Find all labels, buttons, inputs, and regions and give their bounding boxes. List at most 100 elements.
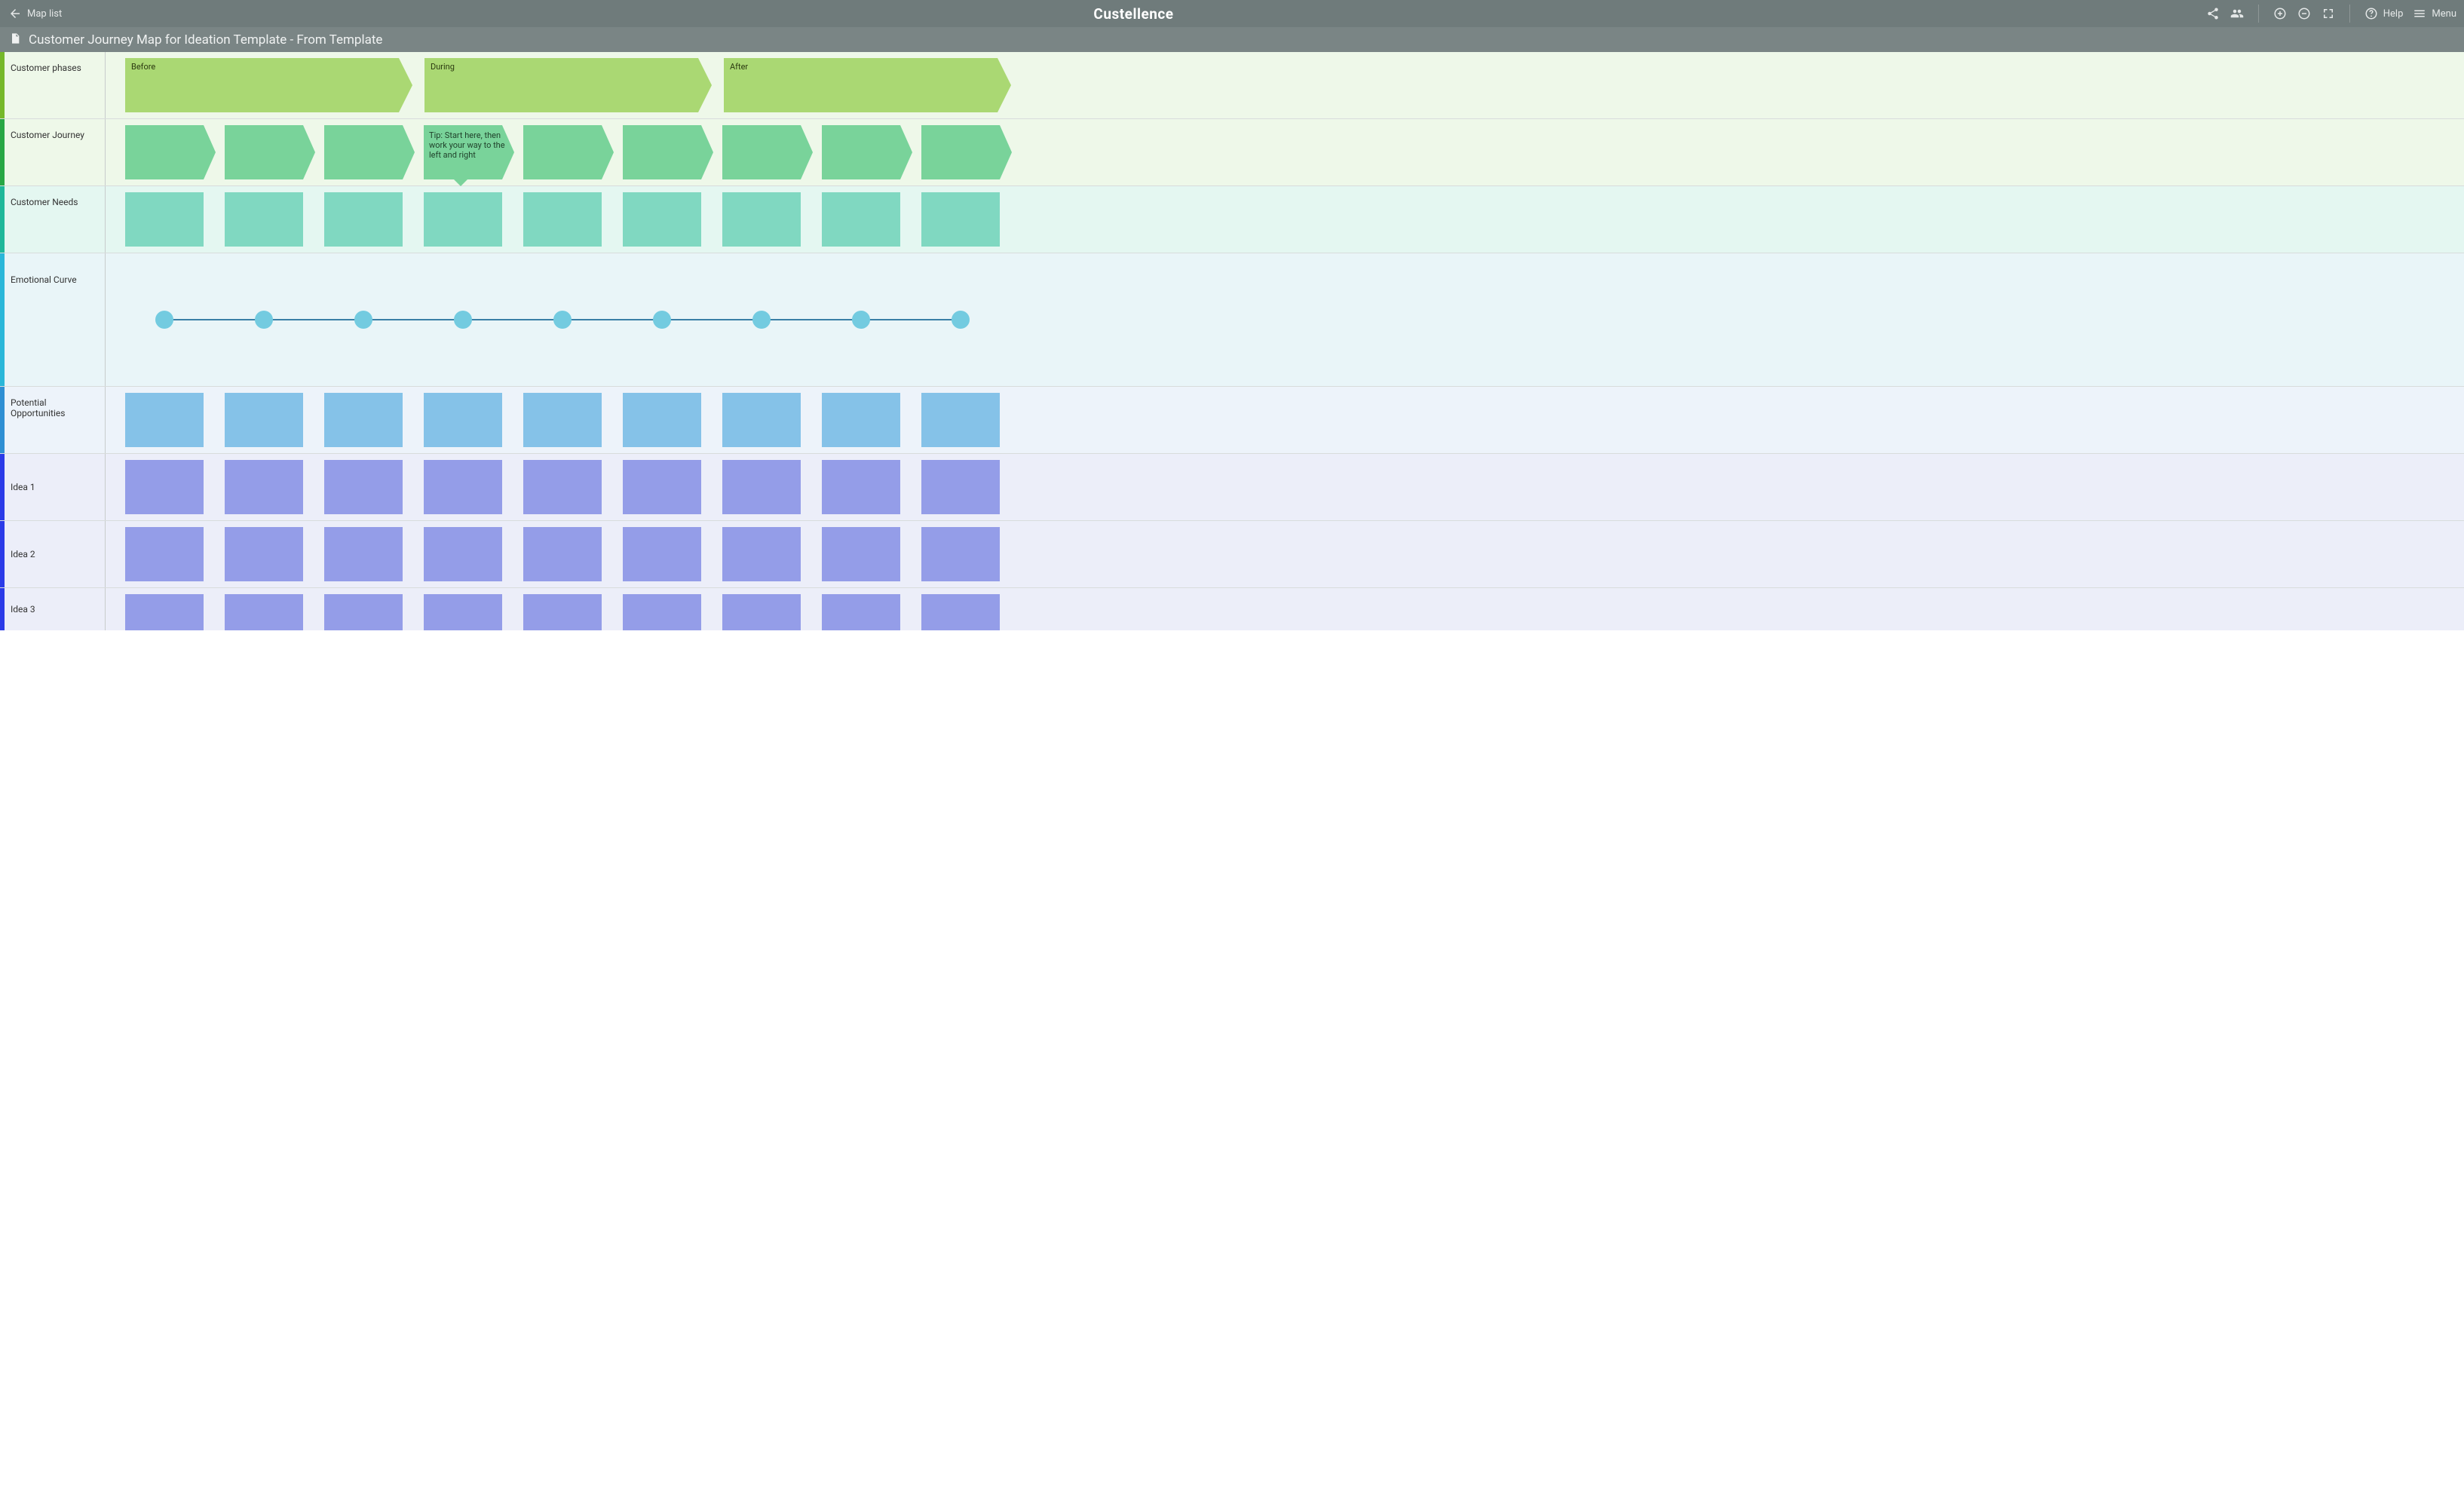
- idea-card[interactable]: [424, 594, 502, 630]
- journey-step-card[interactable]: [125, 125, 216, 179]
- opportunity-card[interactable]: [424, 393, 502, 447]
- emotion-point[interactable]: [852, 311, 870, 329]
- opportunity-card[interactable]: [324, 393, 403, 447]
- phase-card[interactable]: After: [724, 58, 1011, 112]
- idea-card[interactable]: [921, 594, 1000, 630]
- emotion-point[interactable]: [752, 311, 771, 329]
- idea-card[interactable]: [225, 594, 303, 630]
- lane-customer-phases: Customer phases Before During After: [0, 52, 2464, 119]
- customer-need-card[interactable]: [722, 192, 801, 247]
- idea-card[interactable]: [225, 527, 303, 581]
- lane-idea-2: Idea 2: [0, 521, 2464, 588]
- journey-step-card[interactable]: [623, 125, 713, 179]
- customer-need-card[interactable]: [324, 192, 403, 247]
- lane-label[interactable]: Customer Journey: [5, 119, 106, 185]
- opportunity-card[interactable]: [722, 393, 801, 447]
- customer-need-card[interactable]: [623, 192, 701, 247]
- opportunity-card[interactable]: [822, 393, 900, 447]
- customer-need-card[interactable]: [225, 192, 303, 247]
- opportunity-card[interactable]: [523, 393, 602, 447]
- zoom-in-icon[interactable]: [2272, 6, 2288, 21]
- idea-card[interactable]: [921, 460, 1000, 514]
- current-step-marker: [454, 179, 467, 186]
- phase-label: After: [730, 62, 748, 72]
- phase-card[interactable]: During: [424, 58, 712, 112]
- lane-label[interactable]: Emotional Curve: [5, 253, 106, 386]
- lane-label[interactable]: Idea 1: [5, 454, 106, 520]
- customer-need-card[interactable]: [125, 192, 204, 247]
- collaborators-icon[interactable]: [2230, 6, 2245, 21]
- idea-card[interactable]: [523, 594, 602, 630]
- opportunity-card[interactable]: [921, 393, 1000, 447]
- help-label: Help: [2383, 8, 2404, 20]
- idea-card[interactable]: [722, 594, 801, 630]
- separator: [2258, 5, 2259, 23]
- idea-card[interactable]: [424, 460, 502, 514]
- customer-need-card[interactable]: [523, 192, 602, 247]
- journey-map-canvas[interactable]: Customer phases Before During After Custom…: [0, 52, 2464, 1508]
- opportunity-card[interactable]: [125, 393, 204, 447]
- idea-card[interactable]: [623, 594, 701, 630]
- top-navigation-bar: Map list Custellence Help: [0, 0, 2464, 27]
- emotion-point[interactable]: [454, 311, 472, 329]
- curve-segment: [662, 319, 762, 320]
- idea-card[interactable]: [225, 460, 303, 514]
- journey-step-card[interactable]: [921, 125, 1012, 179]
- idea-card[interactable]: [125, 527, 204, 581]
- idea-card[interactable]: [921, 527, 1000, 581]
- idea-card[interactable]: [722, 460, 801, 514]
- lane-label[interactable]: Potential Opportunities: [5, 387, 106, 453]
- menu-button[interactable]: Menu: [2412, 6, 2456, 21]
- idea-card[interactable]: [125, 460, 204, 514]
- journey-step-text: Tip: Start here, then work your way to t…: [429, 130, 507, 161]
- idea-card[interactable]: [822, 527, 900, 581]
- emotion-point[interactable]: [952, 311, 970, 329]
- curve-segment: [861, 319, 961, 320]
- hamburger-icon: [2412, 6, 2427, 21]
- idea-card[interactable]: [822, 460, 900, 514]
- idea-card[interactable]: [324, 594, 403, 630]
- document-title[interactable]: Customer Journey Map for Ideation Templa…: [29, 32, 382, 48]
- emotion-point[interactable]: [255, 311, 273, 329]
- fullscreen-icon[interactable]: [2321, 6, 2336, 21]
- journey-step-card[interactable]: [523, 125, 614, 179]
- customer-need-card[interactable]: [424, 192, 502, 247]
- idea-card[interactable]: [623, 460, 701, 514]
- curve-segment: [562, 319, 662, 320]
- share-icon[interactable]: [2205, 6, 2220, 21]
- opportunity-card[interactable]: [623, 393, 701, 447]
- idea-card[interactable]: [523, 527, 602, 581]
- emotion-point[interactable]: [553, 311, 572, 329]
- idea-card[interactable]: [324, 460, 403, 514]
- idea-card[interactable]: [623, 527, 701, 581]
- idea-card[interactable]: [822, 594, 900, 630]
- lane-label[interactable]: Customer phases: [5, 52, 106, 118]
- curve-segment: [762, 319, 861, 320]
- idea-card[interactable]: [125, 594, 204, 630]
- opportunity-card[interactable]: [225, 393, 303, 447]
- phase-card[interactable]: Before: [125, 58, 412, 112]
- lane-label[interactable]: Idea 2: [5, 521, 106, 587]
- lane-label[interactable]: Idea 3: [5, 588, 106, 630]
- journey-step-card[interactable]: Tip: Start here, then work your way to t…: [424, 125, 514, 179]
- emotion-point[interactable]: [354, 311, 372, 329]
- customer-need-card[interactable]: [921, 192, 1000, 247]
- journey-step-card[interactable]: [225, 125, 315, 179]
- emotion-point[interactable]: [653, 311, 671, 329]
- customer-need-card[interactable]: [822, 192, 900, 247]
- emotion-point[interactable]: [155, 311, 173, 329]
- idea-card[interactable]: [324, 527, 403, 581]
- help-button[interactable]: Help: [2364, 6, 2404, 21]
- idea-card[interactable]: [722, 527, 801, 581]
- journey-step-card[interactable]: [822, 125, 912, 179]
- back-to-map-list[interactable]: Map list: [8, 6, 62, 21]
- idea-card[interactable]: [424, 527, 502, 581]
- phase-label: During: [431, 62, 455, 72]
- zoom-out-icon[interactable]: [2297, 6, 2312, 21]
- lane-label[interactable]: Customer Needs: [5, 186, 106, 253]
- lane-idea-3: Idea 3: [0, 588, 2464, 630]
- journey-step-card[interactable]: [722, 125, 813, 179]
- journey-step-card[interactable]: [324, 125, 415, 179]
- idea-card[interactable]: [523, 460, 602, 514]
- document-icon: [9, 32, 21, 48]
